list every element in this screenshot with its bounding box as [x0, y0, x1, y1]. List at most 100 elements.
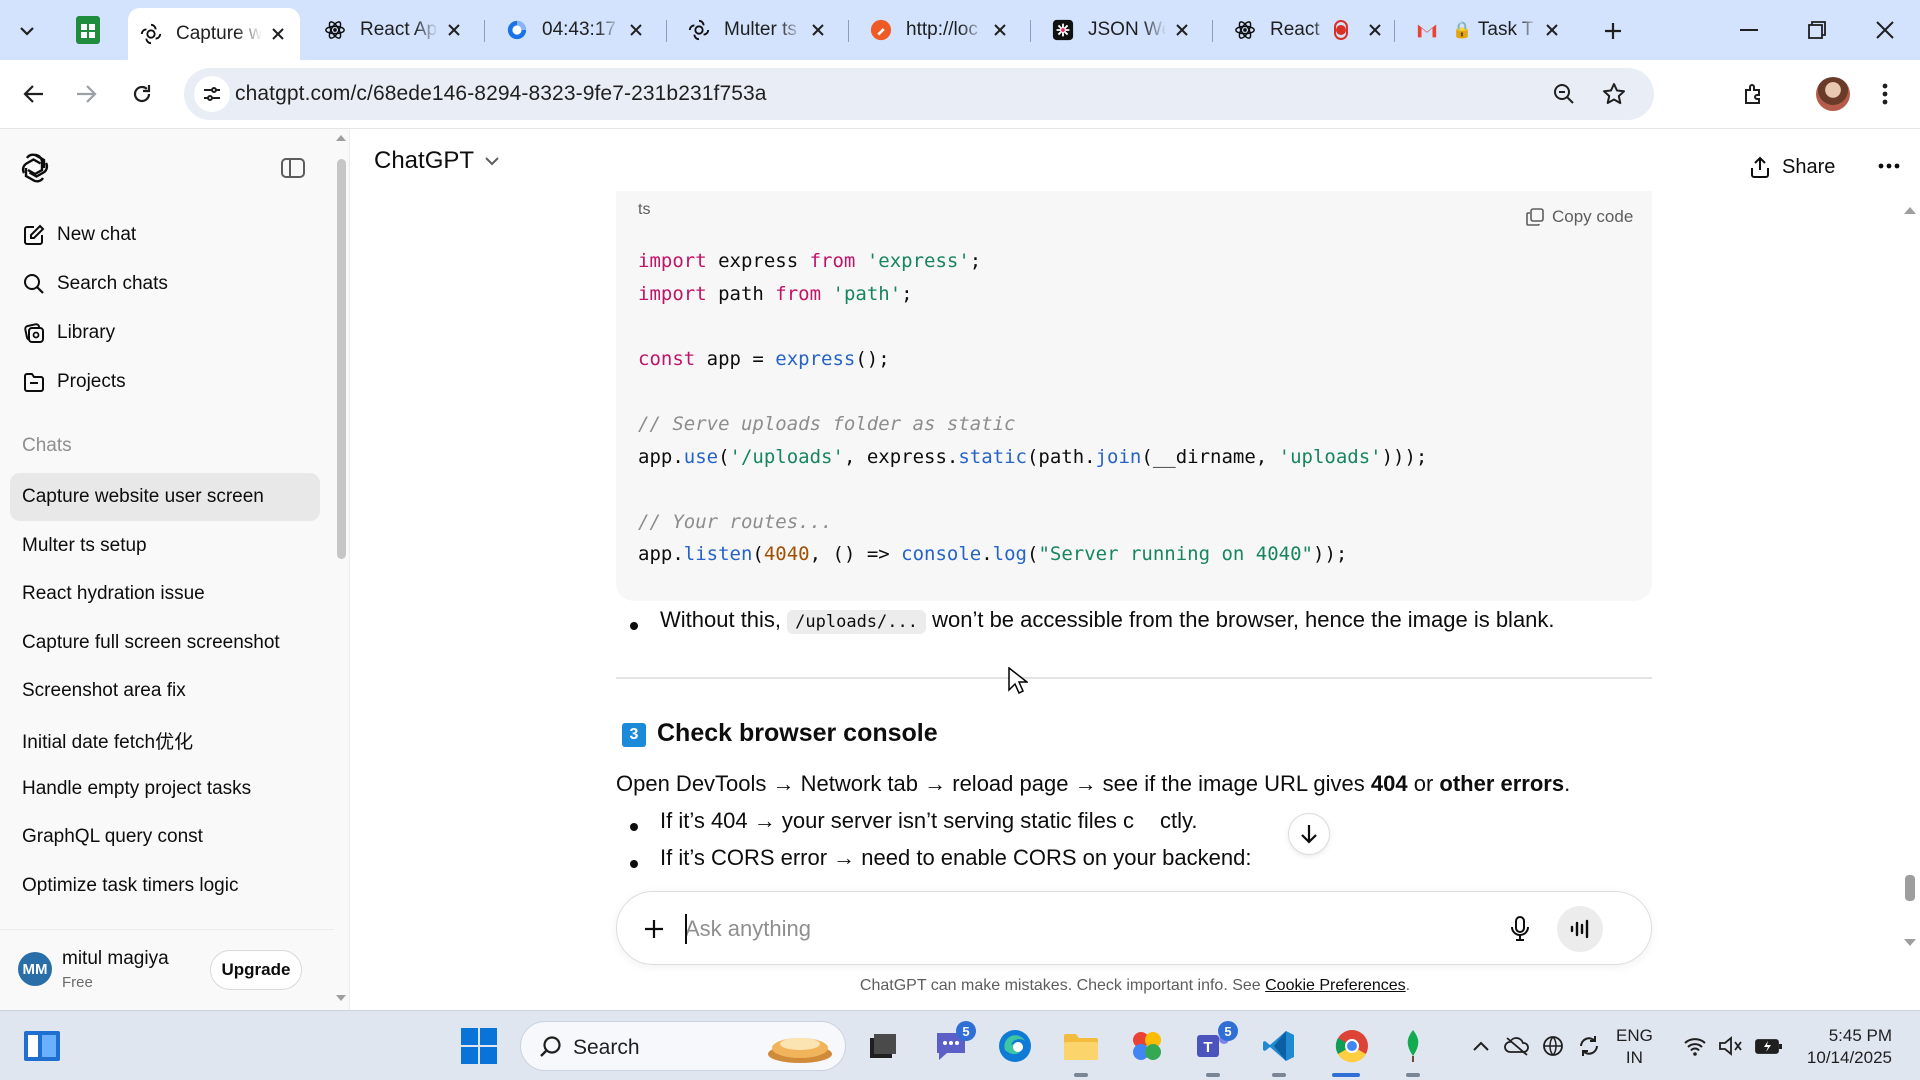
sidebar-item-library[interactable]: Library	[10, 311, 320, 355]
tab-separator	[484, 20, 485, 42]
tab-title: Task T	[1477, 19, 1534, 40]
main-scrollbar[interactable]	[1898, 201, 1920, 1011]
add-attachment-icon[interactable]	[635, 910, 673, 948]
chat-item-5[interactable]: Initial date fetch优化	[10, 716, 320, 764]
site-info-icon[interactable]	[194, 76, 230, 112]
system-clock[interactable]: 5:45 PM 10/14/2025	[1796, 1025, 1892, 1069]
close-tab-icon[interactable]	[1172, 20, 1192, 40]
chat-item-6[interactable]: Handle empty project tasks	[10, 765, 320, 813]
tab-search-chevron-icon[interactable]	[10, 14, 44, 48]
close-tab-icon[interactable]	[444, 20, 464, 40]
new-tab-icon[interactable]	[1596, 14, 1630, 48]
tab-4[interactable]: http://loc	[858, 8, 1022, 52]
text: If it’s 404 → your server isn’t serving …	[660, 808, 1134, 833]
sidebar-item-projects[interactable]: Projects	[10, 360, 320, 404]
chat-item-8[interactable]: Optimize task timers logic	[10, 862, 320, 910]
chat-item-3[interactable]: Capture full screen screenshot	[10, 619, 320, 667]
sync-icon[interactable]	[1574, 1031, 1604, 1061]
chat-item-7[interactable]: GraphQL query const	[10, 813, 320, 861]
sidebar-toggle-icon[interactable]	[276, 153, 310, 183]
chrome-icon[interactable]	[1324, 1025, 1380, 1067]
profile-avatar[interactable]	[1816, 77, 1850, 111]
vscode-icon[interactable]	[1258, 1025, 1300, 1067]
prompt-input[interactable]	[685, 912, 1485, 946]
tab-0[interactable]: Capture w	[128, 8, 300, 60]
battery-charging-icon[interactable]	[1754, 1031, 1784, 1061]
task-view-icon[interactable]	[862, 1025, 904, 1067]
minimize-icon[interactable]	[1722, 10, 1776, 50]
user-account-row[interactable]: MM mitul magiya Free Upgrade	[0, 929, 334, 1011]
network-globe-icon[interactable]	[1538, 1031, 1568, 1061]
windows-start-icon[interactable]	[460, 1027, 498, 1065]
edge-browser-icon[interactable]	[994, 1025, 1036, 1067]
address-bar[interactable]: chatgpt.com/c/68ede146-8294-8323-9fe7-23…	[184, 68, 1654, 120]
onedrive-off-icon[interactable]	[1502, 1031, 1532, 1061]
tab-title: http://loc	[906, 19, 978, 40]
sidebar-item-search-chats[interactable]: Search chats	[10, 262, 320, 306]
tab-3[interactable]: Multer ts	[676, 8, 840, 52]
openai-logo-icon[interactable]	[18, 151, 52, 185]
sidebar-scrollbar[interactable]	[334, 129, 348, 1011]
scroll-to-bottom-button[interactable]	[1288, 813, 1330, 855]
photos-icon[interactable]	[1126, 1025, 1168, 1067]
taskbar-search[interactable]: Search	[520, 1021, 846, 1071]
sidebar-scroll-thumb[interactable]	[337, 159, 346, 559]
bookmark-star-icon[interactable]	[1596, 76, 1632, 112]
scroll-up-arrow-icon[interactable]	[336, 135, 346, 141]
search-highlight-icon	[765, 1028, 835, 1071]
tab-title: Multer ts	[724, 19, 797, 40]
close-tab-icon[interactable]	[990, 20, 1010, 40]
scroll-down-arrow-icon[interactable]	[1904, 939, 1916, 946]
widgets-icon[interactable]	[22, 1029, 62, 1063]
share-button[interactable]: Share	[1750, 149, 1835, 185]
sidebar-item-label: Search chats	[57, 273, 168, 294]
close-tab-icon[interactable]	[626, 20, 646, 40]
main-scroll-thumb[interactable]	[1905, 875, 1915, 901]
cookie-preferences-link[interactable]: Cookie Preferences	[1265, 977, 1406, 994]
chat-item-0[interactable]: Capture website user screen	[10, 473, 320, 521]
wifi-icon[interactable]	[1680, 1031, 1710, 1061]
back-arrow-icon[interactable]	[14, 74, 54, 114]
voice-mode-icon[interactable]	[1557, 906, 1603, 952]
sidebar-item-new-chat[interactable]: New chat	[10, 213, 320, 257]
avatar[interactable]: MM	[18, 952, 52, 986]
close-tab-icon[interactable]	[808, 20, 828, 40]
reload-icon[interactable]	[122, 74, 162, 114]
extensions-icon[interactable]	[1734, 74, 1774, 114]
restore-icon[interactable]	[1790, 10, 1844, 50]
close-tab-icon[interactable]	[1368, 20, 1382, 40]
tab-6[interactable]: React	[1222, 8, 1386, 52]
upgrade-button[interactable]: Upgrade	[210, 950, 302, 990]
close-tab-icon[interactable]	[268, 24, 288, 44]
disclaimer-text: ChatGPT can make mistakes. Check importa…	[350, 977, 1920, 995]
forward-arrow-icon[interactable]	[66, 74, 106, 114]
library-icon	[22, 321, 46, 345]
more-options-icon[interactable]	[1872, 149, 1906, 183]
chat-item-1[interactable]: Multer ts setup	[10, 522, 320, 570]
show-hidden-icons-chevron-icon[interactable]	[1466, 1031, 1496, 1061]
microphone-icon[interactable]	[1501, 910, 1539, 948]
chrome-menu-icon[interactable]	[1868, 74, 1902, 114]
chat-item-4[interactable]: Screenshot area fix	[10, 667, 320, 715]
step-number-badge: 3	[622, 723, 646, 747]
scroll-down-arrow-icon[interactable]	[336, 995, 346, 1001]
close-window-icon[interactable]	[1858, 10, 1912, 50]
google-sheets-icon[interactable]	[70, 12, 106, 48]
close-tab-icon[interactable]	[1542, 20, 1562, 40]
tab-5[interactable]: JSON We	[1040, 8, 1204, 52]
tab-2[interactable]: 04:43:17 -	[494, 8, 658, 52]
model-selector[interactable]: ChatGPT	[374, 147, 500, 175]
volume-muted-icon[interactable]	[1716, 1031, 1746, 1061]
chat-item-2[interactable]: React hydration issue	[10, 570, 320, 618]
copy-code-button[interactable]: Copy code	[1526, 207, 1633, 227]
react-icon	[1234, 19, 1256, 41]
zoom-icon[interactable]	[1546, 76, 1582, 112]
text: won’t be accessible from the browser, he…	[925, 607, 1555, 632]
file-explorer-icon[interactable]	[1060, 1025, 1102, 1067]
url-text[interactable]: chatgpt.com/c/68ede146-8294-8323-9fe7-23…	[235, 82, 767, 106]
tab-1[interactable]: React Ap	[312, 8, 476, 52]
tab-7[interactable]: 🔒 Task T	[1404, 8, 1574, 52]
input-language[interactable]: ENG IN	[1616, 1025, 1653, 1069]
scroll-up-arrow-icon[interactable]	[1904, 207, 1916, 214]
mongodb-icon[interactable]	[1392, 1025, 1434, 1067]
